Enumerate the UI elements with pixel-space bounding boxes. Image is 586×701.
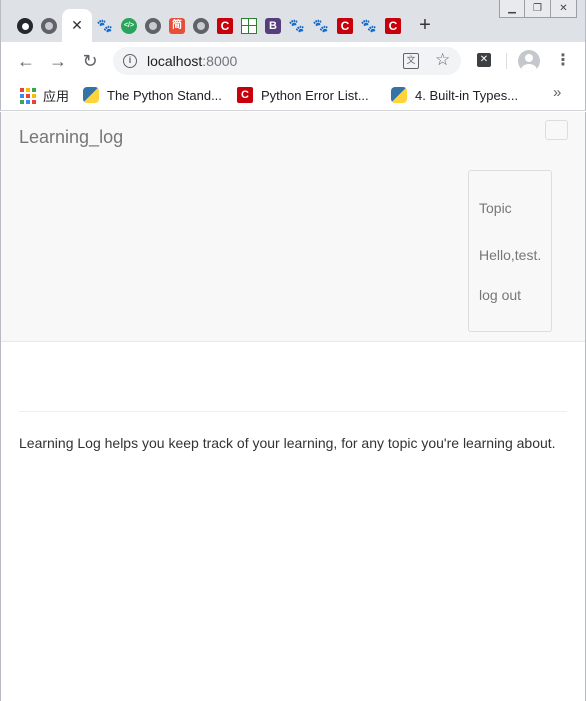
bookmark-label: 4. Built-in Types...	[415, 87, 519, 103]
bookmark-python-error-list[interactable]: C Python Error List...	[237, 85, 369, 105]
csdn-icon: C	[337, 18, 353, 34]
python-icon	[391, 87, 407, 103]
apps-grid-icon	[19, 87, 36, 104]
site-navbar: Learning_log Topic Hello,test. log out	[1, 112, 585, 342]
profile-avatar[interactable]	[518, 50, 540, 72]
tab-baidu-4[interactable]: 🐾	[357, 12, 381, 40]
intro-text: Learning Log helps you keep track of you…	[19, 435, 556, 451]
reload-icon: ↻	[82, 51, 98, 71]
globe-icon	[41, 18, 57, 34]
bookmark-star-icon[interactable]: ☆	[435, 50, 450, 70]
tab-jianshu[interactable]: 简	[165, 12, 189, 40]
tab-bootstrap[interactable]: B	[261, 12, 285, 40]
content-divider	[19, 411, 567, 412]
nav-menu: Topic Hello,test. log out	[468, 170, 552, 332]
tab-github[interactable]	[13, 12, 37, 40]
info-icon[interactable]: i	[123, 54, 137, 68]
tab-csdn-3[interactable]: C	[381, 12, 405, 40]
tab-baidu-1[interactable]: 🐾	[93, 12, 117, 40]
window-controls: ▁ ❐ ✕	[499, 0, 577, 18]
baidu-paw-icon: 🐾	[96, 18, 114, 33]
reload-button[interactable]: ↻	[79, 50, 101, 72]
minimize-button[interactable]: ▁	[499, 0, 525, 18]
site-brand[interactable]: Learning_log	[19, 127, 123, 148]
baidu-paw-icon: 🐾	[288, 18, 306, 33]
bookmark-label: 应用	[43, 88, 70, 104]
new-tab-button[interactable]: +	[415, 14, 435, 36]
jianshu-icon: 简	[169, 18, 185, 34]
baidu-paw-icon: 🐾	[360, 18, 378, 33]
tab-baidu-3[interactable]: 🐾	[309, 12, 333, 40]
url-text[interactable]: localhost:8000	[147, 53, 237, 69]
nav-user-greeting[interactable]: Hello,test.	[479, 247, 541, 263]
forward-button[interactable]: →	[47, 50, 69, 72]
arrow-left-icon: ←	[17, 51, 35, 71]
url-host: localhost	[147, 53, 203, 69]
kebab-menu-icon[interactable]: ⋮	[555, 50, 571, 70]
tab-grid[interactable]	[237, 12, 261, 40]
csdn-icon: C	[217, 18, 233, 34]
bookmark-label: The Python Stand...	[107, 87, 222, 103]
chevron-double-right-icon[interactable]: »	[553, 84, 561, 101]
globe-icon	[193, 18, 209, 34]
tab-active[interactable]: ✕	[62, 9, 92, 42]
bookmark-apps[interactable]: 应用	[19, 85, 69, 105]
address-bar[interactable]: i localhost:8000 文 ☆	[113, 47, 461, 75]
bookmarks-bar: 应用 The Python Stand... C Python Error Li…	[0, 80, 586, 111]
close-window-button[interactable]: ✕	[551, 0, 577, 18]
restore-button[interactable]: ❐	[525, 0, 551, 18]
url-port: :8000	[202, 53, 238, 69]
arrow-right-icon: →	[49, 51, 67, 71]
page-viewport: Learning_log Topic Hello,test. log out L…	[0, 112, 586, 701]
navbar-toggle-button[interactable]	[545, 120, 568, 140]
tab-baidu-2[interactable]: 🐾	[285, 12, 309, 40]
csdn-icon: C	[385, 18, 401, 34]
tab-globe-1[interactable]	[37, 12, 61, 40]
back-button[interactable]: ←	[15, 50, 37, 72]
close-icon[interactable]: ✕	[71, 17, 83, 34]
tab-csdn-2[interactable]: C	[333, 12, 357, 40]
code-icon: </>	[121, 18, 137, 34]
baidu-paw-icon: 🐾	[312, 18, 330, 33]
tab-strip: ✕ 🐾 </> 简 C B 🐾 🐾 C 🐾 C + ▁ ❐ ✕	[0, 0, 586, 42]
bookmark-python-stdlib[interactable]: The Python Stand...	[83, 85, 222, 105]
globe-icon	[145, 18, 161, 34]
browser-toolbar: ← → ↻ i localhost:8000 文 ☆ ✕ ⋮	[0, 42, 586, 80]
bookmark-builtin-types[interactable]: 4. Built-in Types...	[391, 85, 518, 105]
translate-icon[interactable]: 文	[403, 53, 419, 69]
nav-topic-link[interactable]: Topic	[479, 200, 512, 216]
tab-globe-2[interactable]	[141, 12, 165, 40]
grid-icon	[241, 18, 257, 34]
tab-globe-3[interactable]	[189, 12, 213, 40]
tab-csdn-1[interactable]: C	[213, 12, 237, 40]
csdn-icon: C	[237, 87, 253, 103]
toolbar-divider	[506, 53, 507, 69]
nav-logout-link[interactable]: log out	[479, 287, 521, 303]
github-icon	[17, 18, 33, 34]
python-icon	[83, 87, 99, 103]
bootstrap-icon: B	[265, 18, 281, 34]
extension-icon[interactable]: ✕	[477, 53, 491, 67]
bookmark-label: Python Error List...	[261, 87, 369, 103]
tab-code[interactable]: </>	[117, 12, 141, 40]
